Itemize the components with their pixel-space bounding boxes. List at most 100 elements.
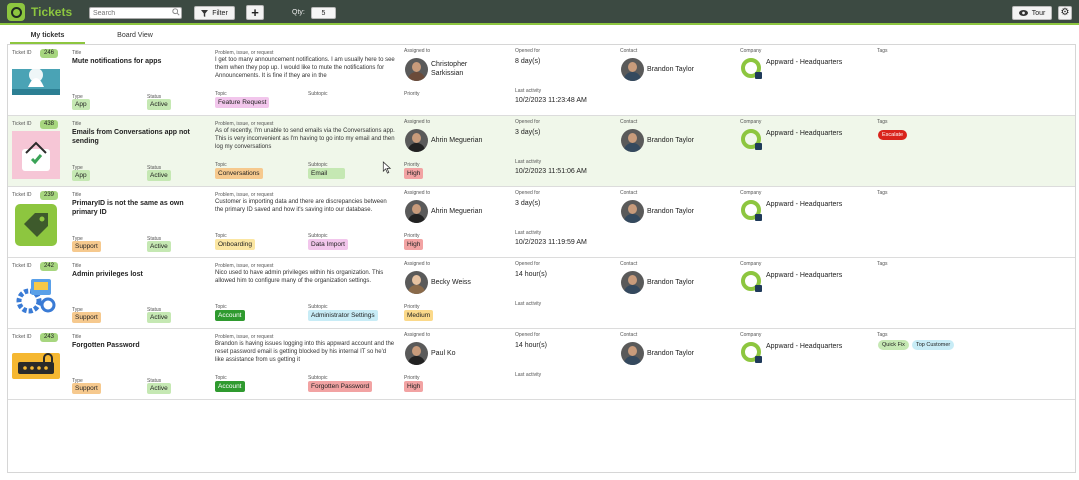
title-label: Title (72, 192, 82, 198)
ticket-id-badge: 438 (40, 120, 58, 129)
company-label: Company (740, 261, 762, 267)
last-activity-label: Last activity (515, 372, 542, 378)
table-row[interactable]: Ticket ID 239 Title PrimaryID is not the… (8, 187, 1075, 258)
title-label: Title (72, 263, 82, 269)
tour-label: Tour (1031, 9, 1046, 17)
status-chip: Active (147, 312, 171, 323)
tag-escalate[interactable]: Escalate (878, 130, 908, 140)
last-activity-value: 10/2/2023 11:23:48 AM (515, 97, 587, 104)
ticket-id-badge: 239 (40, 191, 58, 200)
company-logo-icon (741, 200, 762, 221)
assigned-label: Assigned to (404, 261, 431, 267)
assigned-label: Assigned to (404, 48, 431, 54)
filter-button[interactable]: Filter (194, 6, 235, 20)
gear-icon[interactable]: ⚙ (1058, 6, 1072, 20)
avatar (405, 271, 428, 294)
avatar (621, 200, 644, 223)
ticket-id-badge: 242 (40, 262, 58, 271)
table-row[interactable]: Ticket ID 242 Title Admin privileges los… (8, 258, 1075, 329)
ticket-title[interactable]: Mute notifications for apps (72, 57, 197, 66)
avatar (621, 271, 644, 294)
last-activity-label: Last activity (515, 159, 542, 165)
priority-chip: High (404, 239, 424, 250)
status-chip: Active (147, 241, 171, 252)
mouse-cursor-icon (382, 161, 392, 174)
opened-value: 8 day(s) (515, 58, 541, 65)
type-chip: Support (72, 241, 101, 252)
qty-label: Qty: (292, 9, 305, 16)
opened-label: Opened for (515, 190, 541, 196)
bell-mute-icon (12, 69, 60, 95)
title-label: Title (72, 334, 82, 340)
opened-value: 3 day(s) (515, 200, 541, 207)
company-name: Appward - Headquarters (766, 59, 843, 66)
tab-board-view[interactable]: Board View (100, 30, 170, 44)
table-row[interactable]: Ticket ID 243 Title Forgotten Password T… (8, 329, 1075, 400)
ticket-id-label: Ticket ID (12, 121, 32, 127)
password-lock-icon (12, 353, 60, 379)
type-chip: App (72, 99, 90, 110)
search-icon[interactable] (172, 8, 180, 16)
ticket-id-label: Ticket ID (12, 334, 32, 340)
ticket-id-badge: 246 (40, 49, 58, 58)
search-input[interactable] (89, 7, 182, 19)
ticket-title[interactable]: Admin privileges lost (72, 270, 197, 279)
contact-label: Contact (620, 261, 638, 267)
problem-description: Nico used to have admin privileges withi… (215, 270, 384, 284)
table-row[interactable]: Ticket ID 246 Title Mute notifications f… (8, 45, 1075, 116)
eye-icon (1018, 10, 1028, 16)
table-row[interactable]: Ticket ID 438 Title Emails from Conversa… (8, 116, 1075, 187)
ticket-title[interactable]: PrimaryID is not the same as own primary… (72, 199, 197, 217)
priority-chip: High (404, 381, 424, 392)
assignee-name: Becky Weiss (431, 279, 471, 286)
company-name: Appward - Headquarters (766, 272, 843, 279)
qty-input[interactable]: 5 (311, 7, 336, 19)
avatar (405, 58, 428, 81)
tour-button[interactable]: Tour (1012, 6, 1052, 20)
company-name: Appward - Headquarters (766, 130, 843, 137)
contact-name: Brandon Taylor (647, 208, 694, 215)
tag-quick-fix[interactable]: Quick Fix (878, 340, 909, 350)
admin-gear-icon (15, 275, 57, 315)
ticket-id-label: Ticket ID (12, 263, 32, 269)
opened-label: Opened for (515, 119, 541, 125)
assigned-label: Assigned to (404, 119, 431, 125)
avatar (621, 129, 644, 152)
opened-value: 3 day(s) (515, 129, 541, 136)
company-name: Appward - Headquarters (766, 343, 843, 350)
type-chip: Support (72, 312, 101, 323)
topic-chip: Feature Request (215, 97, 270, 108)
opened-value: 14 hour(s) (515, 342, 547, 349)
avatar (621, 342, 644, 365)
opened-label: Opened for (515, 48, 541, 54)
contact-name: Brandon Taylor (647, 137, 694, 144)
subtopic-chip: Data Import (308, 239, 348, 250)
avatar (405, 129, 428, 152)
subtopic-chip: Administrator Settings (308, 310, 378, 321)
opened-label: Opened for (515, 261, 541, 267)
ticket-title[interactable]: Emails from Conversations app not sendin… (72, 128, 197, 146)
ticket-title[interactable]: Forgotten Password (72, 341, 197, 350)
priority-label: Priority (404, 91, 420, 97)
app-logo-icon (7, 3, 25, 21)
status-chip: Active (147, 170, 171, 181)
tag-top-customer[interactable]: Top Customer (912, 340, 955, 350)
status-chip: Active (147, 383, 171, 394)
filter-icon (201, 9, 209, 17)
last-activity-label: Last activity (515, 88, 542, 94)
tag-icon (15, 204, 57, 246)
add-ticket-button[interactable]: + (246, 5, 264, 20)
ticket-list: Ticket ID 246 Title Mute notifications f… (7, 44, 1076, 473)
tags-label: Tags (877, 119, 888, 125)
company-label: Company (740, 190, 762, 196)
assignee-name: Christopher Sarkissian (431, 61, 468, 77)
company-logo-icon (741, 129, 762, 150)
company-logo-icon (741, 58, 762, 79)
company-label: Company (740, 119, 762, 125)
filter-label: Filter (212, 9, 228, 17)
ticket-id-badge: 243 (40, 333, 58, 342)
last-activity-label: Last activity (515, 230, 542, 236)
tab-my-tickets[interactable]: My tickets (10, 30, 85, 44)
assignee-name: Ahrin Meguerian (431, 208, 483, 215)
type-chip: App (72, 170, 90, 181)
